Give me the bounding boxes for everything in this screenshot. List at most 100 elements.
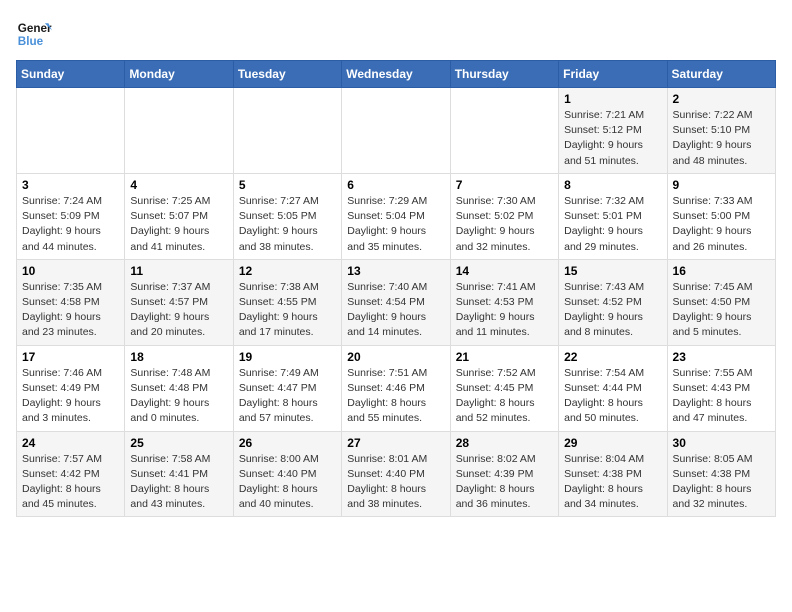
- calendar-cell: 6 Sunrise: 7:29 AM Sunset: 5:04 PM Daylig…: [342, 173, 450, 259]
- day-info: Sunrise: 7:22 AM Sunset: 5:10 PM Dayligh…: [673, 108, 770, 169]
- day-info: Sunrise: 8:00 AM Sunset: 4:40 PM Dayligh…: [239, 452, 336, 513]
- calendar-week-row: 17 Sunrise: 7:46 AM Sunset: 4:49 PM Dayli…: [17, 345, 776, 431]
- day-info: Sunrise: 8:05 AM Sunset: 4:38 PM Dayligh…: [673, 452, 770, 513]
- day-info: Sunrise: 7:25 AM Sunset: 5:07 PM Dayligh…: [130, 194, 227, 255]
- day-number: 14: [456, 264, 553, 278]
- calendar-cell: [342, 88, 450, 174]
- calendar-cell: 7 Sunrise: 7:30 AM Sunset: 5:02 PM Daylig…: [450, 173, 558, 259]
- day-number: 24: [22, 436, 119, 450]
- weekday-header: Thursday: [450, 61, 558, 88]
- calendar-cell: 30 Sunrise: 8:05 AM Sunset: 4:38 PM Dayli…: [667, 431, 775, 517]
- calendar-week-row: 10 Sunrise: 7:35 AM Sunset: 4:58 PM Dayli…: [17, 259, 776, 345]
- day-info: Sunrise: 7:48 AM Sunset: 4:48 PM Dayligh…: [130, 366, 227, 427]
- calendar-week-row: 1Sunrise: 7:21 AM Sunset: 5:12 PM Daylig…: [17, 88, 776, 174]
- day-info: Sunrise: 7:38 AM Sunset: 4:55 PM Dayligh…: [239, 280, 336, 341]
- weekday-header: Friday: [559, 61, 667, 88]
- calendar-cell: 24Sunrise: 7:57 AM Sunset: 4:42 PM Dayli…: [17, 431, 125, 517]
- day-info: Sunrise: 7:54 AM Sunset: 4:44 PM Dayligh…: [564, 366, 661, 427]
- day-number: 20: [347, 350, 444, 364]
- weekday-header: Tuesday: [233, 61, 341, 88]
- day-info: Sunrise: 7:45 AM Sunset: 4:50 PM Dayligh…: [673, 280, 770, 341]
- calendar-cell: [17, 88, 125, 174]
- day-info: Sunrise: 7:27 AM Sunset: 5:05 PM Dayligh…: [239, 194, 336, 255]
- calendar-cell: 14 Sunrise: 7:41 AM Sunset: 4:53 PM Dayli…: [450, 259, 558, 345]
- day-number: 29: [564, 436, 661, 450]
- day-number: 10: [22, 264, 119, 278]
- day-number: 5: [239, 178, 336, 192]
- calendar-cell: 16 Sunrise: 7:45 AM Sunset: 4:50 PM Dayli…: [667, 259, 775, 345]
- svg-text:Blue: Blue: [18, 35, 44, 48]
- calendar-cell: 11Sunrise: 7:37 AM Sunset: 4:57 PM Dayli…: [125, 259, 233, 345]
- calendar-cell: 8Sunrise: 7:32 AM Sunset: 5:01 PM Daylig…: [559, 173, 667, 259]
- calendar-cell: 3 Sunrise: 7:24 AM Sunset: 5:09 PM Daylig…: [17, 173, 125, 259]
- calendar-cell: 1Sunrise: 7:21 AM Sunset: 5:12 PM Daylig…: [559, 88, 667, 174]
- calendar-week-row: 24Sunrise: 7:57 AM Sunset: 4:42 PM Dayli…: [17, 431, 776, 517]
- day-number: 3: [22, 178, 119, 192]
- day-number: 11: [130, 264, 227, 278]
- day-info: Sunrise: 7:51 AM Sunset: 4:46 PM Dayligh…: [347, 366, 444, 427]
- day-number: 18: [130, 350, 227, 364]
- calendar-cell: 2 Sunrise: 7:22 AM Sunset: 5:10 PM Daylig…: [667, 88, 775, 174]
- day-info: Sunrise: 7:35 AM Sunset: 4:58 PM Dayligh…: [22, 280, 119, 341]
- calendar-cell: 22 Sunrise: 7:54 AM Sunset: 4:44 PM Dayli…: [559, 345, 667, 431]
- day-number: 16: [673, 264, 770, 278]
- day-number: 2: [673, 92, 770, 106]
- day-info: Sunrise: 7:52 AM Sunset: 4:45 PM Dayligh…: [456, 366, 553, 427]
- calendar-cell: 17 Sunrise: 7:46 AM Sunset: 4:49 PM Dayli…: [17, 345, 125, 431]
- day-number: 8: [564, 178, 661, 192]
- day-number: 19: [239, 350, 336, 364]
- day-number: 26: [239, 436, 336, 450]
- day-number: 17: [22, 350, 119, 364]
- day-info: Sunrise: 7:33 AM Sunset: 5:00 PM Dayligh…: [673, 194, 770, 255]
- calendar-cell: 12 Sunrise: 7:38 AM Sunset: 4:55 PM Dayli…: [233, 259, 341, 345]
- day-number: 6: [347, 178, 444, 192]
- calendar-cell: 23 Sunrise: 7:55 AM Sunset: 4:43 PM Dayli…: [667, 345, 775, 431]
- calendar-cell: 25Sunrise: 7:58 AM Sunset: 4:41 PM Dayli…: [125, 431, 233, 517]
- calendar-cell: 26 Sunrise: 8:00 AM Sunset: 4:40 PM Dayli…: [233, 431, 341, 517]
- calendar-cell: 10 Sunrise: 7:35 AM Sunset: 4:58 PM Dayli…: [17, 259, 125, 345]
- day-info: Sunrise: 7:46 AM Sunset: 4:49 PM Dayligh…: [22, 366, 119, 427]
- day-number: 30: [673, 436, 770, 450]
- calendar-cell: 20 Sunrise: 7:51 AM Sunset: 4:46 PM Dayli…: [342, 345, 450, 431]
- day-info: Sunrise: 7:30 AM Sunset: 5:02 PM Dayligh…: [456, 194, 553, 255]
- calendar-cell: 19 Sunrise: 7:49 AM Sunset: 4:47 PM Dayli…: [233, 345, 341, 431]
- day-number: 21: [456, 350, 553, 364]
- day-number: 12: [239, 264, 336, 278]
- weekday-header: Wednesday: [342, 61, 450, 88]
- day-number: 4: [130, 178, 227, 192]
- day-info: Sunrise: 7:41 AM Sunset: 4:53 PM Dayligh…: [456, 280, 553, 341]
- day-number: 15: [564, 264, 661, 278]
- weekday-header: Monday: [125, 61, 233, 88]
- day-info: Sunrise: 8:01 AM Sunset: 4:40 PM Dayligh…: [347, 452, 444, 513]
- day-number: 13: [347, 264, 444, 278]
- day-info: Sunrise: 8:04 AM Sunset: 4:38 PM Dayligh…: [564, 452, 661, 513]
- day-info: Sunrise: 7:40 AM Sunset: 4:54 PM Dayligh…: [347, 280, 444, 341]
- calendar-cell: 9 Sunrise: 7:33 AM Sunset: 5:00 PM Daylig…: [667, 173, 775, 259]
- day-info: Sunrise: 7:29 AM Sunset: 5:04 PM Dayligh…: [347, 194, 444, 255]
- day-number: 7: [456, 178, 553, 192]
- page-header: General Blue: [16, 16, 776, 52]
- calendar-header: SundayMondayTuesdayWednesdayThursdayFrid…: [17, 61, 776, 88]
- calendar-cell: 15 Sunrise: 7:43 AM Sunset: 4:52 PM Dayli…: [559, 259, 667, 345]
- calendar-cell: 4 Sunrise: 7:25 AM Sunset: 5:07 PM Daylig…: [125, 173, 233, 259]
- day-number: 25: [130, 436, 227, 450]
- day-number: 27: [347, 436, 444, 450]
- day-number: 28: [456, 436, 553, 450]
- logo-icon: General Blue: [16, 16, 52, 52]
- calendar-cell: 18 Sunrise: 7:48 AM Sunset: 4:48 PM Dayli…: [125, 345, 233, 431]
- day-info: Sunrise: 7:24 AM Sunset: 5:09 PM Dayligh…: [22, 194, 119, 255]
- weekday-header: Saturday: [667, 61, 775, 88]
- calendar-cell: 29 Sunrise: 8:04 AM Sunset: 4:38 PM Dayli…: [559, 431, 667, 517]
- day-info: Sunrise: 7:55 AM Sunset: 4:43 PM Dayligh…: [673, 366, 770, 427]
- calendar-cell: [233, 88, 341, 174]
- day-number: 23: [673, 350, 770, 364]
- calendar-cell: [125, 88, 233, 174]
- calendar-cell: 27 Sunrise: 8:01 AM Sunset: 4:40 PM Dayli…: [342, 431, 450, 517]
- day-number: 9: [673, 178, 770, 192]
- calendar-cell: 21 Sunrise: 7:52 AM Sunset: 4:45 PM Dayli…: [450, 345, 558, 431]
- day-info: Sunrise: 7:43 AM Sunset: 4:52 PM Dayligh…: [564, 280, 661, 341]
- calendar-week-row: 3 Sunrise: 7:24 AM Sunset: 5:09 PM Daylig…: [17, 173, 776, 259]
- day-info: Sunrise: 7:49 AM Sunset: 4:47 PM Dayligh…: [239, 366, 336, 427]
- weekday-header: Sunday: [17, 61, 125, 88]
- day-number: 22: [564, 350, 661, 364]
